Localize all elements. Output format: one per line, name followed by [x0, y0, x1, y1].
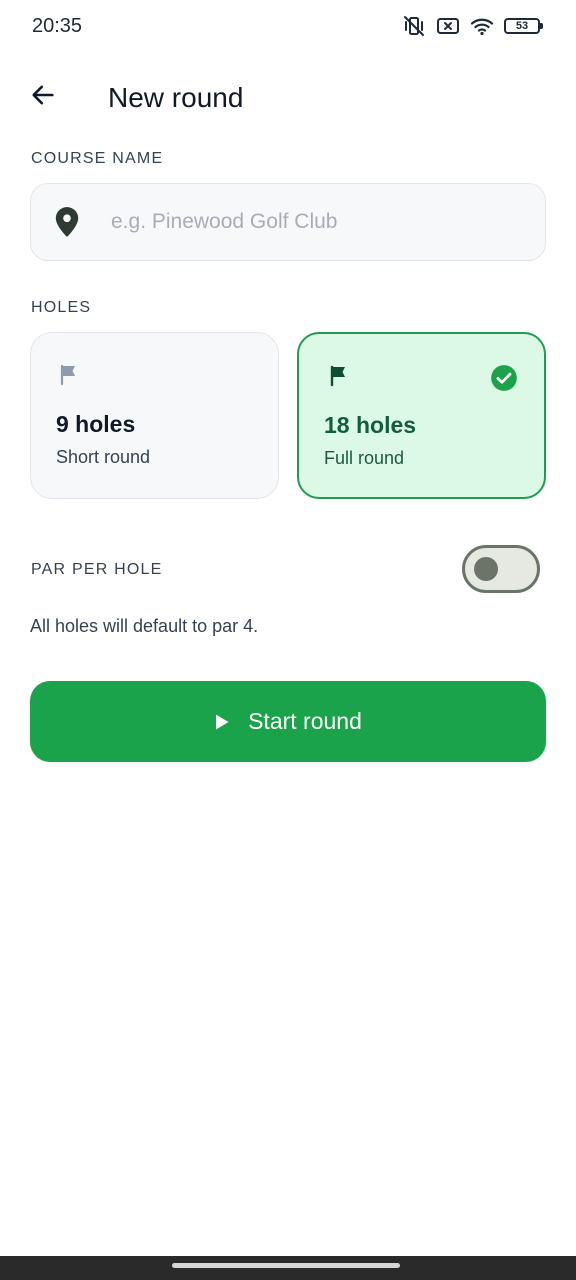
hole-option-subtitle: Short round — [56, 447, 151, 467]
flag-icon — [57, 363, 81, 392]
toggle-knob — [474, 557, 498, 581]
par-default-note: All holes will default to par 4. — [30, 616, 259, 636]
location-pin-icon — [53, 205, 81, 239]
vibrate-off-icon — [402, 14, 426, 38]
par-per-hole-label: PAR PER HOLE — [31, 561, 163, 578]
check-circle-icon — [490, 364, 518, 397]
flag-icon — [327, 364, 351, 393]
holes-label: HOLES — [31, 299, 92, 316]
hole-option-9[interactable]: 9 holes Short round — [30, 332, 279, 499]
par-per-hole-toggle[interactable] — [462, 545, 540, 593]
system-navigation-bar — [0, 1256, 576, 1280]
battery-level: 53 — [515, 19, 529, 32]
course-name-field[interactable] — [30, 183, 546, 261]
course-name-label: COURSE NAME — [31, 150, 164, 167]
hole-option-18[interactable]: 18 holes Full round — [297, 332, 546, 499]
wifi-icon — [470, 14, 494, 38]
hole-option-title: 18 holes — [324, 412, 417, 438]
status-icons: 53 — [402, 14, 543, 38]
start-round-label: Start round — [248, 708, 362, 734]
status-time: 20:35 — [32, 15, 83, 37]
play-icon — [214, 713, 230, 731]
course-name-input[interactable] — [109, 209, 513, 235]
hole-option-title: 9 holes — [56, 411, 136, 437]
back-button[interactable] — [20, 74, 66, 120]
hole-option-subtitle: Full round — [324, 448, 405, 468]
arrow-left-icon — [29, 81, 57, 114]
page-title: New round — [108, 82, 244, 113]
start-round-button[interactable]: Start round — [30, 681, 546, 762]
battery-icon: 53 — [504, 18, 543, 34]
no-sim-icon — [436, 14, 460, 38]
home-gesture-handle[interactable] — [172, 1263, 400, 1268]
